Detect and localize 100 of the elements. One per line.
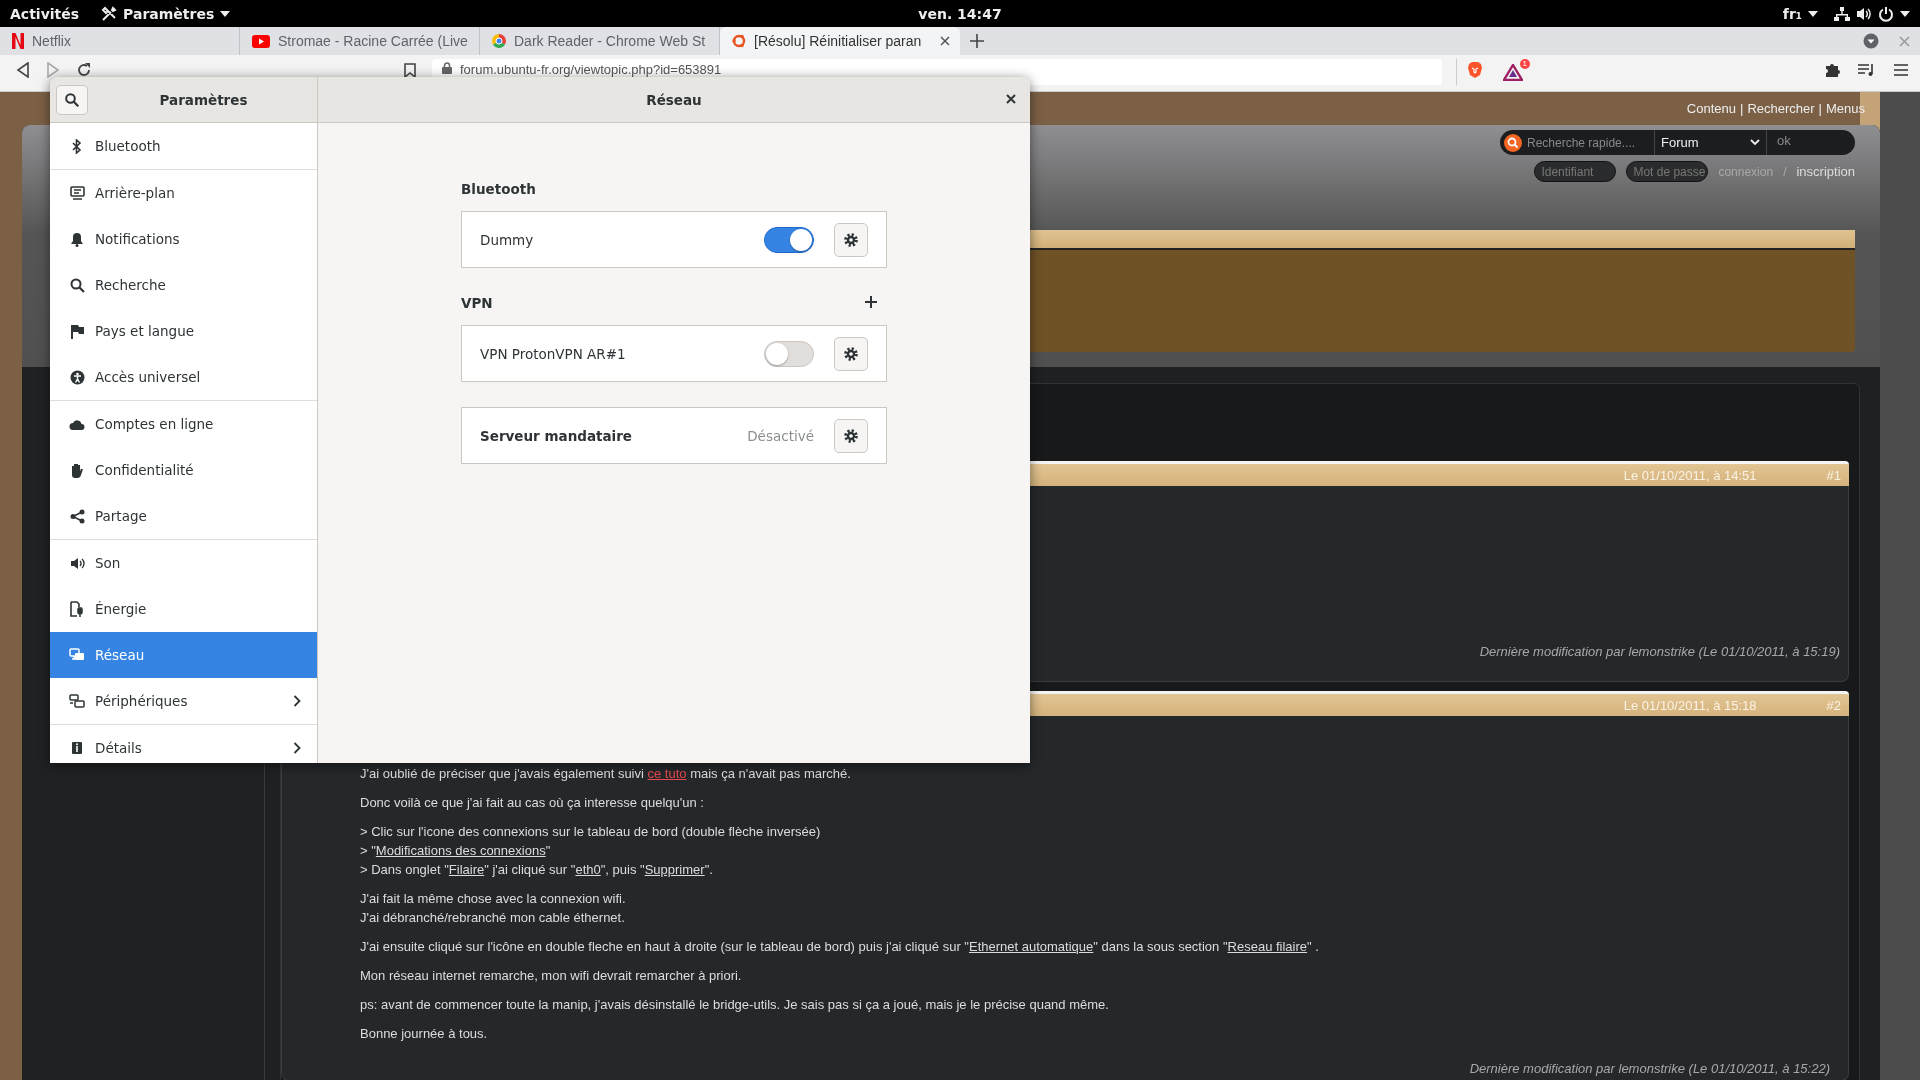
volume-icon <box>1856 5 1872 22</box>
devices-icon <box>69 694 85 708</box>
rewards-button[interactable] <box>1503 63 1523 81</box>
chevron-right-icon <box>293 742 301 754</box>
status-text: Désactivé <box>747 427 814 444</box>
text-link[interactable]: ce tuto <box>647 766 687 781</box>
playlist-icon <box>1858 63 1876 77</box>
search-button[interactable] <box>56 84 88 115</box>
ok-button[interactable]: ok <box>1767 133 1791 148</box>
text-link[interactable]: Supprimer <box>644 862 705 877</box>
triangle-icon <box>1503 63 1523 81</box>
post-paragraph: ps: avant de commencer toute la manip, j'avais désinstallé le bridge-utils. Je sais pas si ça a joué, mais je le précise quand même. <box>360 996 1110 1014</box>
section-heading: VPN <box>461 295 493 311</box>
info-icon <box>71 741 83 755</box>
settings-icon <box>843 345 859 362</box>
close-icon <box>1899 35 1910 47</box>
color-wheel-icon <box>492 34 506 48</box>
sidebar-title: Paramètres <box>158 91 249 108</box>
separator: / <box>1783 164 1787 179</box>
cloud-icon <box>69 418 85 430</box>
sidebar-item[interactable]: Son <box>50 540 317 586</box>
sidebar-item[interactable]: Bluetooth <box>50 123 317 169</box>
text-link[interactable]: Ethernet automatique <box>969 939 1094 954</box>
system-menu-button[interactable] <box>1834 5 1910 22</box>
post-paragraph: Bonne journée à tous. <box>360 1025 489 1043</box>
sidebar-item[interactable]: Accès universel <box>50 354 317 400</box>
settings-button[interactable] <box>834 222 868 257</box>
settings-icon <box>843 427 859 444</box>
browser-tab[interactable]: [Résolu] Réinitialiser paran <box>720 27 960 55</box>
post-paragraph: J'ai ensuite cliqué sur l'icône en double fleche en haut à droite (sur le tableau de bord) puis j'ai cliqué sur "Ethernet automatique" dans la sous section "Reseau filaire" . <box>360 938 1320 956</box>
search-icon <box>65 92 79 107</box>
speaker-icon <box>69 556 85 570</box>
url-text: forum.ubuntu-fr.org/viewtopic.php?id=653891 <box>460 62 722 77</box>
text-link[interactable]: eth0 <box>575 862 601 877</box>
page-title: Réseau <box>645 91 703 108</box>
lion-icon <box>1467 61 1483 79</box>
post-date: Le 01/10/2011, à 14:51 <box>1623 467 1757 483</box>
sidebar-item[interactable]: Recherche <box>50 262 317 308</box>
sidebar-item[interactable]: Réseau <box>50 632 317 678</box>
notification-badge: 1 <box>1519 58 1530 69</box>
settings-button[interactable] <box>834 418 868 453</box>
bell-icon <box>70 231 84 247</box>
plus-icon <box>865 296 877 308</box>
sidebar-item[interactable]: Notifications <box>50 216 317 262</box>
text-link[interactable]: Modifications des connexions <box>375 843 546 858</box>
caret-icon <box>1900 10 1910 17</box>
post-date: Le 01/10/2011, à 15:18 <box>1623 697 1757 713</box>
caret-icon <box>1808 10 1818 17</box>
activities-button[interactable]: Activités <box>10 5 80 22</box>
nav-link[interactable]: Menus <box>1825 101 1865 116</box>
sidebar-item[interactable]: Pays et langue <box>50 308 317 354</box>
edit-note: Dernière modification par lemonstrike (Le 01/10/2011, à 15:22) <box>1469 1061 1831 1076</box>
text-link[interactable]: Reseau filaire <box>1227 939 1308 954</box>
sidebar-item[interactable]: Partage <box>50 493 317 539</box>
row-label: Serveur mandataire <box>480 427 634 444</box>
post-paragraph: J'ai fait la même chose avec la connexion wifi. J'ai débranché/rebranché mon cable éthernet. <box>360 890 627 927</box>
post-paragraph: Mon réseau internet remarche, mon wifi devrait remarcher à priori. <box>360 967 743 985</box>
circle-logo-icon <box>732 34 746 48</box>
reload-icon <box>76 62 92 78</box>
scope-select[interactable]: Forum <box>1655 130 1767 155</box>
sidebar-item[interactable]: Périphériques <box>50 678 317 724</box>
separator: | <box>1740 101 1744 116</box>
settings-icon <box>843 231 859 248</box>
add-button[interactable] <box>865 295 877 311</box>
sidebar-item[interactable]: Énergie <box>50 586 317 632</box>
nav-link[interactable]: Contenu <box>1686 101 1736 116</box>
toggle-switch[interactable] <box>764 340 814 367</box>
clock[interactable]: ven. 14:47 <box>918 5 1002 22</box>
bookmark-icon <box>404 62 416 78</box>
accessibility-icon <box>69 369 85 385</box>
app-menu-button[interactable]: Paramètres <box>101 5 231 22</box>
share-icon <box>69 508 85 524</box>
lock-icon <box>442 62 452 74</box>
nav-link[interactable]: Rechercher <box>1747 101 1815 116</box>
puzzle-icon <box>1824 62 1840 78</box>
sidebar-item[interactable]: Détails <box>50 725 317 763</box>
network-icon <box>1834 5 1850 22</box>
search-icon <box>1504 133 1522 152</box>
post-paragraph: J'ai oublié de préciser que j'avais également suivi ce tuto mais ça n'avait pas marché. <box>360 765 852 783</box>
sidebar-item[interactable]: Comptes en ligne <box>50 401 317 447</box>
close-icon <box>1006 94 1016 104</box>
search-field[interactable]: Recherche rapide.... <box>1504 130 1655 155</box>
letter-n-icon <box>12 33 24 49</box>
toggle-switch[interactable] <box>764 226 814 253</box>
post-paragraph: > Clic sur l'icone des connexions sur le tableau de bord (double flèche inversée) > "Modifications des connexions" > Dans onglet "Filaire" j'ai cliqué sur "eth0", puis "Supprimer". <box>360 823 822 879</box>
section-heading: Bluetooth <box>461 181 536 197</box>
flag-icon <box>70 323 84 339</box>
text-link[interactable]: Filaire <box>448 862 485 877</box>
chevron-right-icon <box>293 695 301 707</box>
back-icon <box>16 62 30 78</box>
play-icon <box>252 34 270 48</box>
sidebar-item[interactable]: Confidentialité <box>50 447 317 493</box>
row-label: Dummy <box>480 231 535 248</box>
chevron-icon <box>1750 139 1760 146</box>
sidebar-item[interactable]: Arrière-plan <box>50 170 317 216</box>
monitor-icon <box>69 186 85 200</box>
keyboard-layout-button[interactable]: fr₁ <box>1782 5 1818 22</box>
menu-icon <box>1894 63 1908 77</box>
close-icon <box>940 36 950 46</box>
settings-button[interactable] <box>834 336 868 371</box>
